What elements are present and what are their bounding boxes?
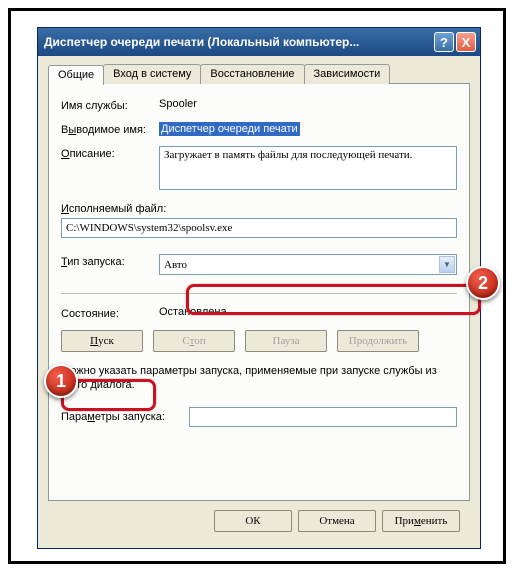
executable-label: Исполняемый файл: [61,203,457,215]
description-textarea[interactable]: Загружает в память файлы для последующей… [159,146,457,190]
startup-params-note: Можно указать параметры запуска, применя… [61,364,457,393]
display-name-label: Выводимое имя: [61,122,159,136]
tab-logon[interactable]: Вход в систему [103,64,201,84]
state-label: Состояние: [61,306,159,320]
divider [61,293,457,294]
tab-panel-general: Имя службы: Spooler Выводимое имя: Диспе… [48,83,470,501]
start-button[interactable]: Пуск [61,330,143,352]
tab-strip: Общие Вход в систему Восстановление Зави… [48,64,470,84]
window-title: Диспетчер очереди печати (Локальный комп… [44,35,434,49]
resume-button: Продолжить [337,330,419,352]
startup-type-dropdown[interactable]: Авто [159,254,457,275]
pause-button: Пауза [245,330,327,352]
startup-params-label: Параметры запуска: [61,411,189,423]
startup-params-input[interactable] [189,407,457,427]
annotation-badge-2: 2 [466,266,500,300]
startup-type-label: Тип запуска: [61,254,159,268]
service-name-label: Имя службы: [61,98,159,112]
help-button[interactable]: ? [434,32,454,52]
tab-dependencies[interactable]: Зависимости [304,64,391,84]
apply-button[interactable]: Применить [382,510,460,532]
service-name-value: Spooler [159,98,457,110]
state-value: Остановлена [159,306,457,318]
stop-button: Стоп [153,330,235,352]
close-button[interactable]: X [456,32,476,52]
titlebar: Диспетчер очереди печати (Локальный комп… [38,28,480,56]
cancel-button[interactable]: Отмена [298,510,376,532]
service-properties-window: Диспетчер очереди печати (Локальный комп… [37,27,481,549]
ok-button[interactable]: ОК [214,510,292,532]
tab-recovery[interactable]: Восстановление [200,64,304,84]
annotation-badge-1: 1 [44,364,78,398]
description-label: Описание: [61,146,159,160]
tab-general[interactable]: Общие [48,65,104,85]
display-name-value: Диспетчер очереди печати [159,122,300,136]
executable-path[interactable] [61,218,457,238]
